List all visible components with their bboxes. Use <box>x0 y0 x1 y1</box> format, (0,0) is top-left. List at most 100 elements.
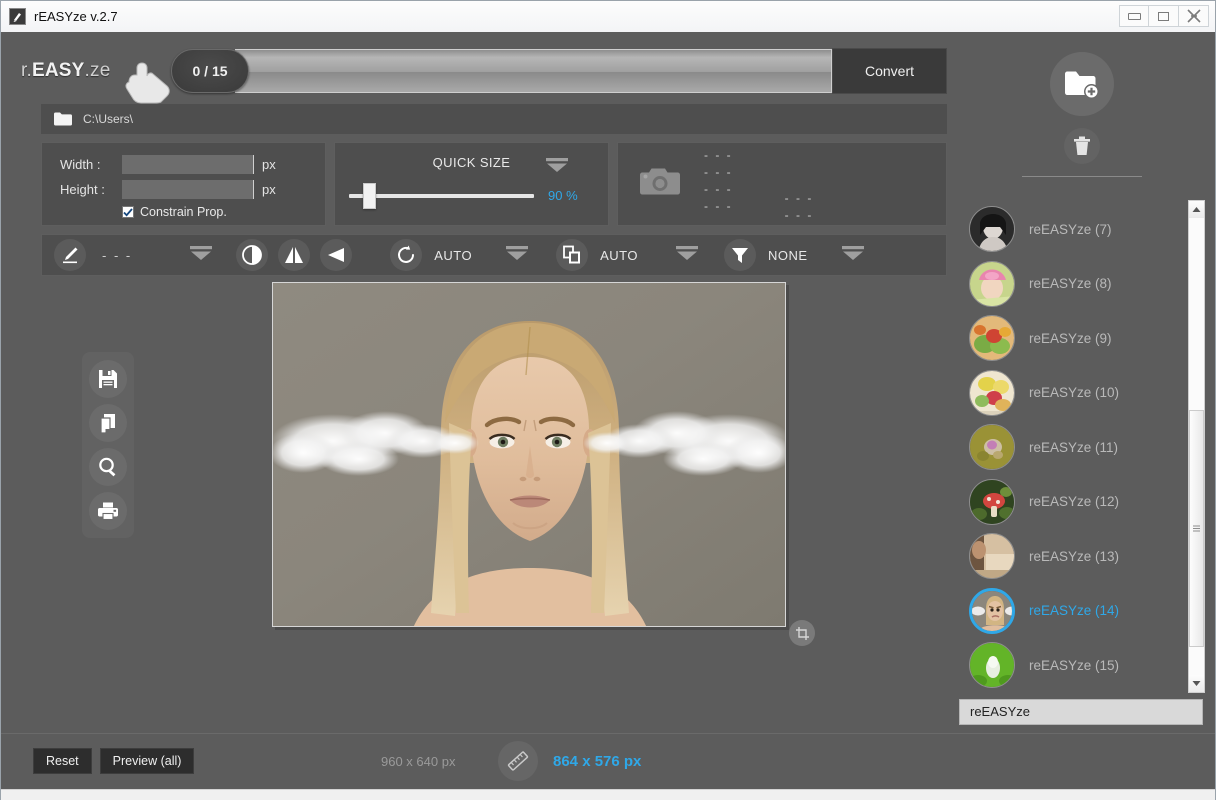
quick-size-slider-row: 90 % <box>335 188 608 203</box>
save-button[interactable] <box>89 360 127 398</box>
window-title: rEASYze v.2.7 <box>34 9 118 24</box>
list-item[interactable]: reEASYze (7) <box>957 202 1184 257</box>
header-row: r.EASY.ze 0 / 15 Convert <box>9 40 947 102</box>
maximize-icon <box>1158 12 1169 21</box>
close-button[interactable] <box>1179 5 1209 27</box>
app-icon <box>9 8 26 25</box>
list-item[interactable]: reEASYze (12) <box>957 475 1184 530</box>
height-unit: px <box>262 182 276 197</box>
height-label: Height : <box>60 182 122 197</box>
list-item[interactable]: reEASYze (15) <box>957 638 1184 693</box>
flip-vertical-icon <box>325 245 347 265</box>
list-item[interactable]: reEASYze (11) <box>957 420 1184 475</box>
add-folder-button[interactable] <box>1050 52 1114 116</box>
watermark-button[interactable] <box>556 239 588 271</box>
pen-value: - - - <box>102 248 132 263</box>
chevron-down-icon <box>674 245 700 261</box>
list-item[interactable]: reEASYze (10) <box>957 366 1184 421</box>
thumbnail <box>969 424 1015 470</box>
minimize-button[interactable] <box>1119 5 1149 27</box>
flip-horizontal-icon <box>283 245 305 265</box>
image-actions-toolbar <box>82 352 134 538</box>
path-bar[interactable]: C:\Users\ <box>41 104 947 134</box>
minimize-icon <box>1128 13 1141 20</box>
thumbnail <box>969 206 1015 252</box>
conversion-progress: 0 / 15 <box>171 49 832 93</box>
original-size-label: 960 x 640 px <box>381 754 455 769</box>
list-item-selected[interactable]: reEASYze (14) <box>957 584 1184 639</box>
scrollbar-track[interactable] <box>1189 218 1204 675</box>
height-input[interactable] <box>122 180 254 199</box>
zoom-button[interactable] <box>89 448 127 486</box>
thumbnail-list-wrap: reEASYze (7) reEASYze (8 <box>957 196 1207 693</box>
rotate-button[interactable] <box>390 239 422 271</box>
delete-button[interactable] <box>1064 128 1100 164</box>
pen-edit-button[interactable] <box>54 239 86 271</box>
save-floppy-icon <box>97 368 119 390</box>
thumb-portrait-bw <box>970 207 1015 252</box>
thumb-mushroom <box>970 480 1015 525</box>
contrast-button[interactable] <box>236 239 268 271</box>
filter-dropdown[interactable] <box>840 245 866 266</box>
grip-icon <box>1193 525 1200 532</box>
filter-button[interactable] <box>724 239 756 271</box>
width-row: Width : px <box>60 155 325 174</box>
window-controls <box>1119 5 1209 27</box>
list-item[interactable]: reEASYze (9) <box>957 311 1184 366</box>
chevron-down-icon <box>544 157 570 173</box>
thumbnail <box>969 261 1015 307</box>
crop-button[interactable] <box>789 620 815 646</box>
thumb-salad <box>970 316 1015 361</box>
flip-vertical-button[interactable] <box>320 239 352 271</box>
thumb-warm-scene <box>970 534 1015 579</box>
thumbnail-list[interactable]: reEASYze (7) reEASYze (8 <box>957 196 1184 693</box>
scroll-down-button[interactable] <box>1189 675 1204 692</box>
output-name-input[interactable]: reEASYze <box>959 699 1203 725</box>
exif-value: - - - <box>785 193 814 203</box>
list-item-label: reEASYze (12) <box>1029 494 1119 509</box>
sidebar-divider <box>1022 176 1142 177</box>
scrollbar-thumb[interactable] <box>1189 410 1204 647</box>
list-scrollbar[interactable] <box>1188 200 1205 693</box>
constrain-checkbox[interactable] <box>122 206 134 218</box>
camera-icon <box>638 165 682 204</box>
quick-size-dropdown[interactable] <box>544 157 570 178</box>
thumb-olive-flower <box>970 425 1015 470</box>
contrast-icon <box>241 244 263 266</box>
slider-thumb[interactable] <box>363 183 376 209</box>
new-size-label: 864 x 576 px <box>553 753 641 770</box>
maximize-button[interactable] <box>1149 5 1179 27</box>
quick-size-slider[interactable] <box>349 194 534 198</box>
list-item[interactable]: reEASYze (13) <box>957 529 1184 584</box>
exif-value: - - - <box>704 184 733 194</box>
print-button[interactable] <box>89 492 127 530</box>
thumbnail <box>969 642 1015 688</box>
list-item-label: reEASYze (15) <box>1029 658 1119 673</box>
convert-button[interactable]: Convert <box>832 48 947 94</box>
reset-button[interactable]: Reset <box>33 748 92 774</box>
exif-value: - - - <box>785 210 814 220</box>
watermark-dropdown[interactable] <box>674 245 700 266</box>
preview-all-button[interactable]: Preview (all) <box>100 748 195 774</box>
folder-icon <box>53 111 73 127</box>
hand-cursor-icon <box>117 62 173 109</box>
image-preview[interactable] <box>272 282 786 627</box>
copy-button[interactable] <box>89 404 127 442</box>
path-text: C:\Users\ <box>83 112 133 126</box>
logo-prefix: r. <box>21 60 32 81</box>
progress-counter: 0 / 15 <box>171 49 249 93</box>
exif-panel: - - - - - - - - - - - - - - - - - - <box>617 142 947 226</box>
thumbnail <box>969 370 1015 416</box>
thumbnail <box>969 533 1015 579</box>
thumb-pink-hat <box>970 262 1015 307</box>
scroll-up-button[interactable] <box>1189 201 1204 218</box>
list-item[interactable]: reEASYze (8) <box>957 257 1184 312</box>
pen-dropdown[interactable] <box>188 245 214 266</box>
flip-horizontal-button[interactable] <box>278 239 310 271</box>
constrain-row[interactable]: Constrain Prop. <box>122 205 325 219</box>
folder-add-icon <box>1063 68 1101 100</box>
width-input[interactable] <box>122 155 254 174</box>
thumbnail <box>969 479 1015 525</box>
rotate-dropdown[interactable] <box>504 245 530 266</box>
thumb-angry-woman <box>972 591 1015 634</box>
